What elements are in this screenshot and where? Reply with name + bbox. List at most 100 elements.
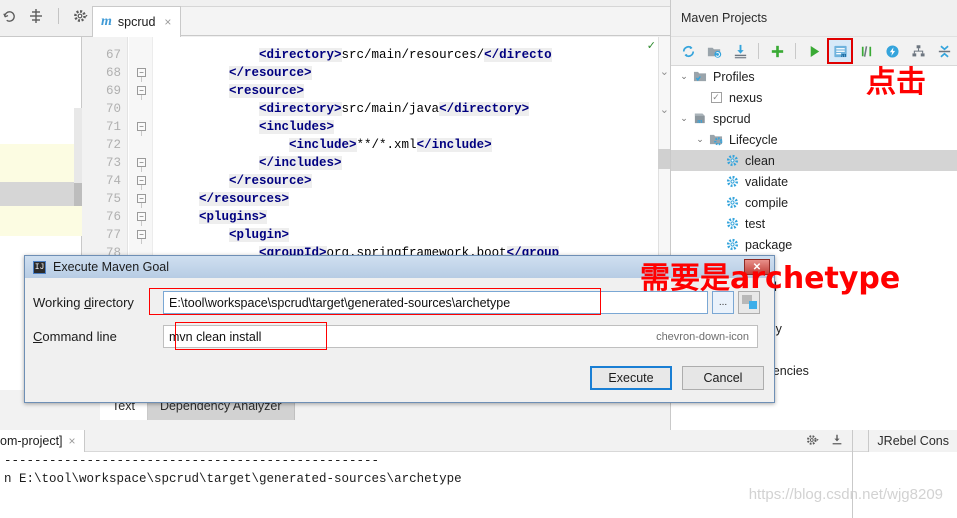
dialog-title-label: Execute Maven Goal [53,260,170,274]
left-panel-selection [0,182,82,206]
goal-gear-icon [723,196,741,209]
show-dependencies-icon[interactable] [907,40,929,62]
xml-tag: <resource> [229,84,305,98]
chevron-down-icon[interactable]: ⌄ [677,71,691,82]
tree-item-package[interactable]: package [671,234,957,255]
xml-tag: </include> [416,138,492,152]
tree-item-clean[interactable]: clean [671,150,957,171]
xml-tag: </directo [484,48,552,62]
tree-item-test[interactable]: test [671,213,957,234]
goal-gear-icon [723,217,741,230]
fold-bar [141,239,142,244]
left-panel-scrollbar-thumb[interactable] [74,183,82,206]
code-line[interactable]: <directory>src/main/resources/</directo [154,46,552,64]
dialog-button-bar: Execute Cancel [590,366,764,390]
code-line[interactable]: <plugin> [154,226,290,244]
tree-item-compile[interactable]: compile [671,192,957,213]
settings-gear-icon[interactable] [72,7,90,25]
chevron-down-icon[interactable]: ⌄ [677,113,691,124]
xml-tag: <includes> [259,120,335,134]
tree-item-label: test [745,216,766,231]
fold-collapse-icon[interactable]: − [137,194,146,203]
code-line[interactable]: <directory>src/main/java</directory> [154,100,530,118]
working-directory-input[interactable]: E:\tool\workspace\spcrud\target\generate… [163,291,708,314]
toggle-offline-icon[interactable] [881,40,903,62]
scroll-to-end-icon[interactable] [830,433,844,450]
jrebel-console-tab[interactable]: JRebel Cons [868,430,957,452]
fold-expand-icon[interactable]: − [137,212,146,221]
watermark: https://blog.csdn.net/wjg8209 [748,486,943,503]
annotation-needs-archetype: 需要是archetype [640,261,901,296]
editor-scrollbar-thumb[interactable] [658,149,670,169]
editor-tab-spcrud[interactable]: m spcrud × [92,6,182,37]
left-panel-scrollbar-track[interactable] [74,108,82,183]
line-number: 72 [105,138,121,152]
run-icon[interactable] [803,40,825,62]
command-line-value: mvn clean install [169,329,262,344]
reimport-icon[interactable] [677,40,699,62]
console-run-tab[interactable]: om-project] × [0,430,85,452]
fold-bar [141,167,142,172]
xml-text: src/main/resources/ [341,48,485,62]
console-tabbar: om-project] × JRebel Cons [0,430,957,452]
xml-text: src/main/java [341,102,440,116]
fold-collapse-icon[interactable]: − [137,176,146,185]
xml-tag: <directory> [259,48,342,62]
fold-bar [141,77,142,82]
code-line[interactable]: <resource> [154,82,305,100]
undo-icon[interactable] [0,7,18,25]
fold-collapse-icon[interactable]: − [137,158,146,167]
code-line[interactable]: </resource> [154,172,312,190]
code-line[interactable]: <plugins> [154,208,267,226]
line-number: 68 [105,66,121,80]
close-icon[interactable]: × [161,15,171,29]
code-line[interactable]: </resources> [154,190,290,208]
editor-tab-label: spcrud [117,15,156,29]
command-line-input[interactable]: mvn clean install chevron-down-icon [163,325,758,348]
generate-sources-icon[interactable] [703,40,725,62]
tree-item-lifecycle[interactable]: ⌄ Lifecycle [671,129,957,150]
line-number: 76 [105,210,121,224]
xml-text: **/*.xml [356,138,417,152]
maven-toolbar-divider [758,43,759,59]
maven-project-icon: m [691,112,709,125]
chevron-down-icon[interactable]: chevron-down-icon [656,331,749,343]
execute-button[interactable]: Execute [590,366,672,390]
left-panel-highlight-1 [0,144,82,182]
tree-item-validate[interactable]: validate [671,171,957,192]
fold-expand-icon[interactable]: − [137,122,146,131]
xml-tag: <include> [289,138,357,152]
line-number: 70 [105,102,121,116]
collapse-all-icon[interactable] [933,40,955,62]
xml-tag: </resource> [229,66,312,80]
chevron-down-icon[interactable]: ⌄ [660,103,669,116]
cancel-button[interactable]: Cancel [682,366,764,390]
fold-collapse-icon[interactable]: − [137,68,146,77]
chevron-down-icon[interactable]: ⌄ [660,65,669,78]
fold-bar [141,185,142,190]
console-toolbar [806,430,852,452]
add-maven-project-icon[interactable] [766,40,788,62]
code-line[interactable]: </includes> [154,154,342,172]
left-panel-highlight-2 [0,206,82,236]
tree-item-label: validate [745,174,789,189]
maven-projects-toolbar: m [671,37,957,66]
code-line[interactable]: <includes> [154,118,335,136]
code-line[interactable]: <include>**/*.xml</include> [154,136,492,154]
console-output[interactable]: ----------------------------------------… [0,452,957,518]
maven-toolbar-divider [795,43,796,59]
fold-expand-icon[interactable]: − [137,86,146,95]
fold-expand-icon[interactable]: − [137,230,146,239]
download-sources-icon[interactable] [729,40,751,62]
ide-window: m spcrud × 67 68 69 70 71 72 73 74 75 76 77 78 − − − −… [0,0,957,518]
tree-item-spcrud[interactable]: ⌄ m spcrud [671,108,957,129]
toggle-skip-tests-icon[interactable] [855,40,877,62]
fold-bar [141,203,142,208]
settings-gear-icon[interactable] [806,433,820,450]
code-line[interactable]: </resource> [154,64,312,82]
chevron-down-icon[interactable]: ⌄ [693,134,707,145]
close-icon[interactable]: × [69,434,76,448]
line-number: 71 [105,120,121,134]
execute-maven-goal-icon[interactable]: m [827,38,853,64]
split-icon[interactable] [27,7,45,25]
